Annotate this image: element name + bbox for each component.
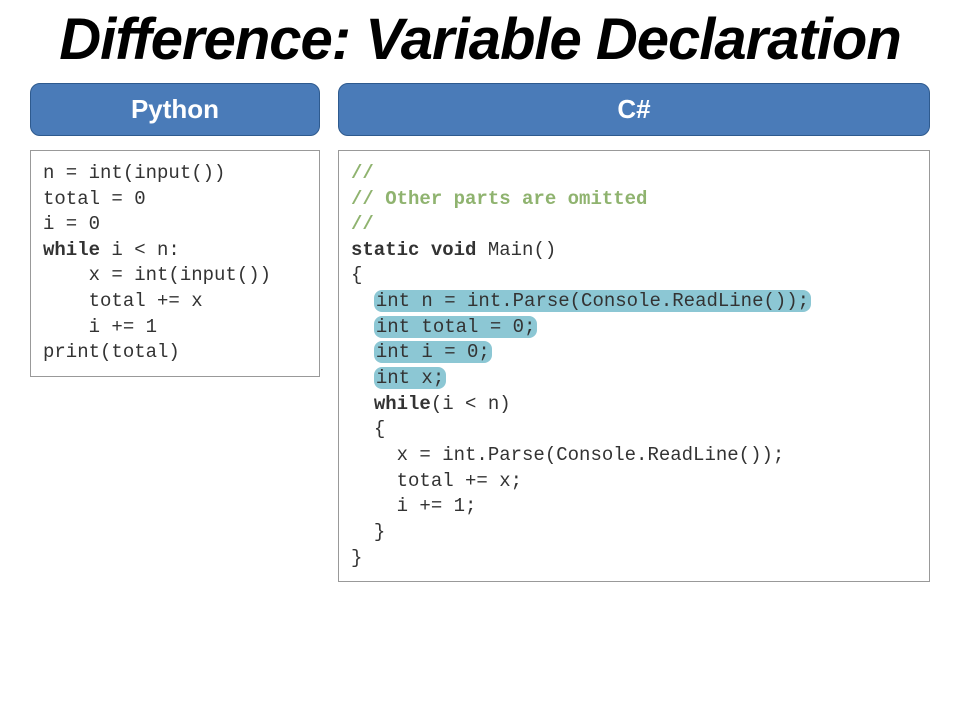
keyword-while: while — [374, 393, 431, 415]
code-line: total += x — [43, 290, 203, 312]
code-line: x = int.Parse(Console.ReadLine()); — [397, 444, 785, 466]
code-line: } — [374, 521, 385, 543]
code-line: n = int(input()) — [43, 162, 225, 184]
code-line: { — [351, 264, 362, 286]
code-text: (i < n) — [431, 393, 511, 415]
slide-title: Difference: Variable Declaration — [30, 10, 930, 71]
columns-container: Python n = int(input()) total = 0 i = 0 … — [30, 83, 930, 582]
code-line: print(total) — [43, 341, 180, 363]
code-text: Main() — [476, 239, 556, 261]
keyword-static: static — [351, 239, 419, 261]
code-line: i += 1; — [397, 495, 477, 517]
code-line: { — [374, 418, 385, 440]
highlighted-declaration: int i = 0; — [374, 341, 492, 363]
csharp-code-box: // // Other parts are omitted // static … — [338, 150, 930, 582]
keyword-void: void — [431, 239, 477, 261]
code-line: i < n: — [100, 239, 180, 261]
code-line: total += x; — [397, 470, 522, 492]
python-header: Python — [30, 83, 320, 136]
comment-line: // — [351, 162, 374, 184]
comment-line: // Other parts are omitted — [351, 188, 647, 210]
highlighted-declaration: int total = 0; — [374, 316, 538, 338]
code-line: } — [351, 547, 362, 569]
python-column: Python n = int(input()) total = 0 i = 0 … — [30, 83, 320, 377]
keyword-while: while — [43, 239, 100, 261]
code-line: i += 1 — [43, 316, 157, 338]
code-line: i = 0 — [43, 213, 100, 235]
csharp-column: C# // // Other parts are omitted // stat… — [338, 83, 930, 582]
csharp-header: C# — [338, 83, 930, 136]
highlighted-declaration: int n = int.Parse(Console.ReadLine()); — [374, 290, 811, 312]
comment-line: // — [351, 213, 374, 235]
python-code-box: n = int(input()) total = 0 i = 0 while i… — [30, 150, 320, 377]
highlighted-declaration: int x; — [374, 367, 446, 389]
code-line: x = int(input()) — [43, 264, 271, 286]
code-line: total = 0 — [43, 188, 146, 210]
